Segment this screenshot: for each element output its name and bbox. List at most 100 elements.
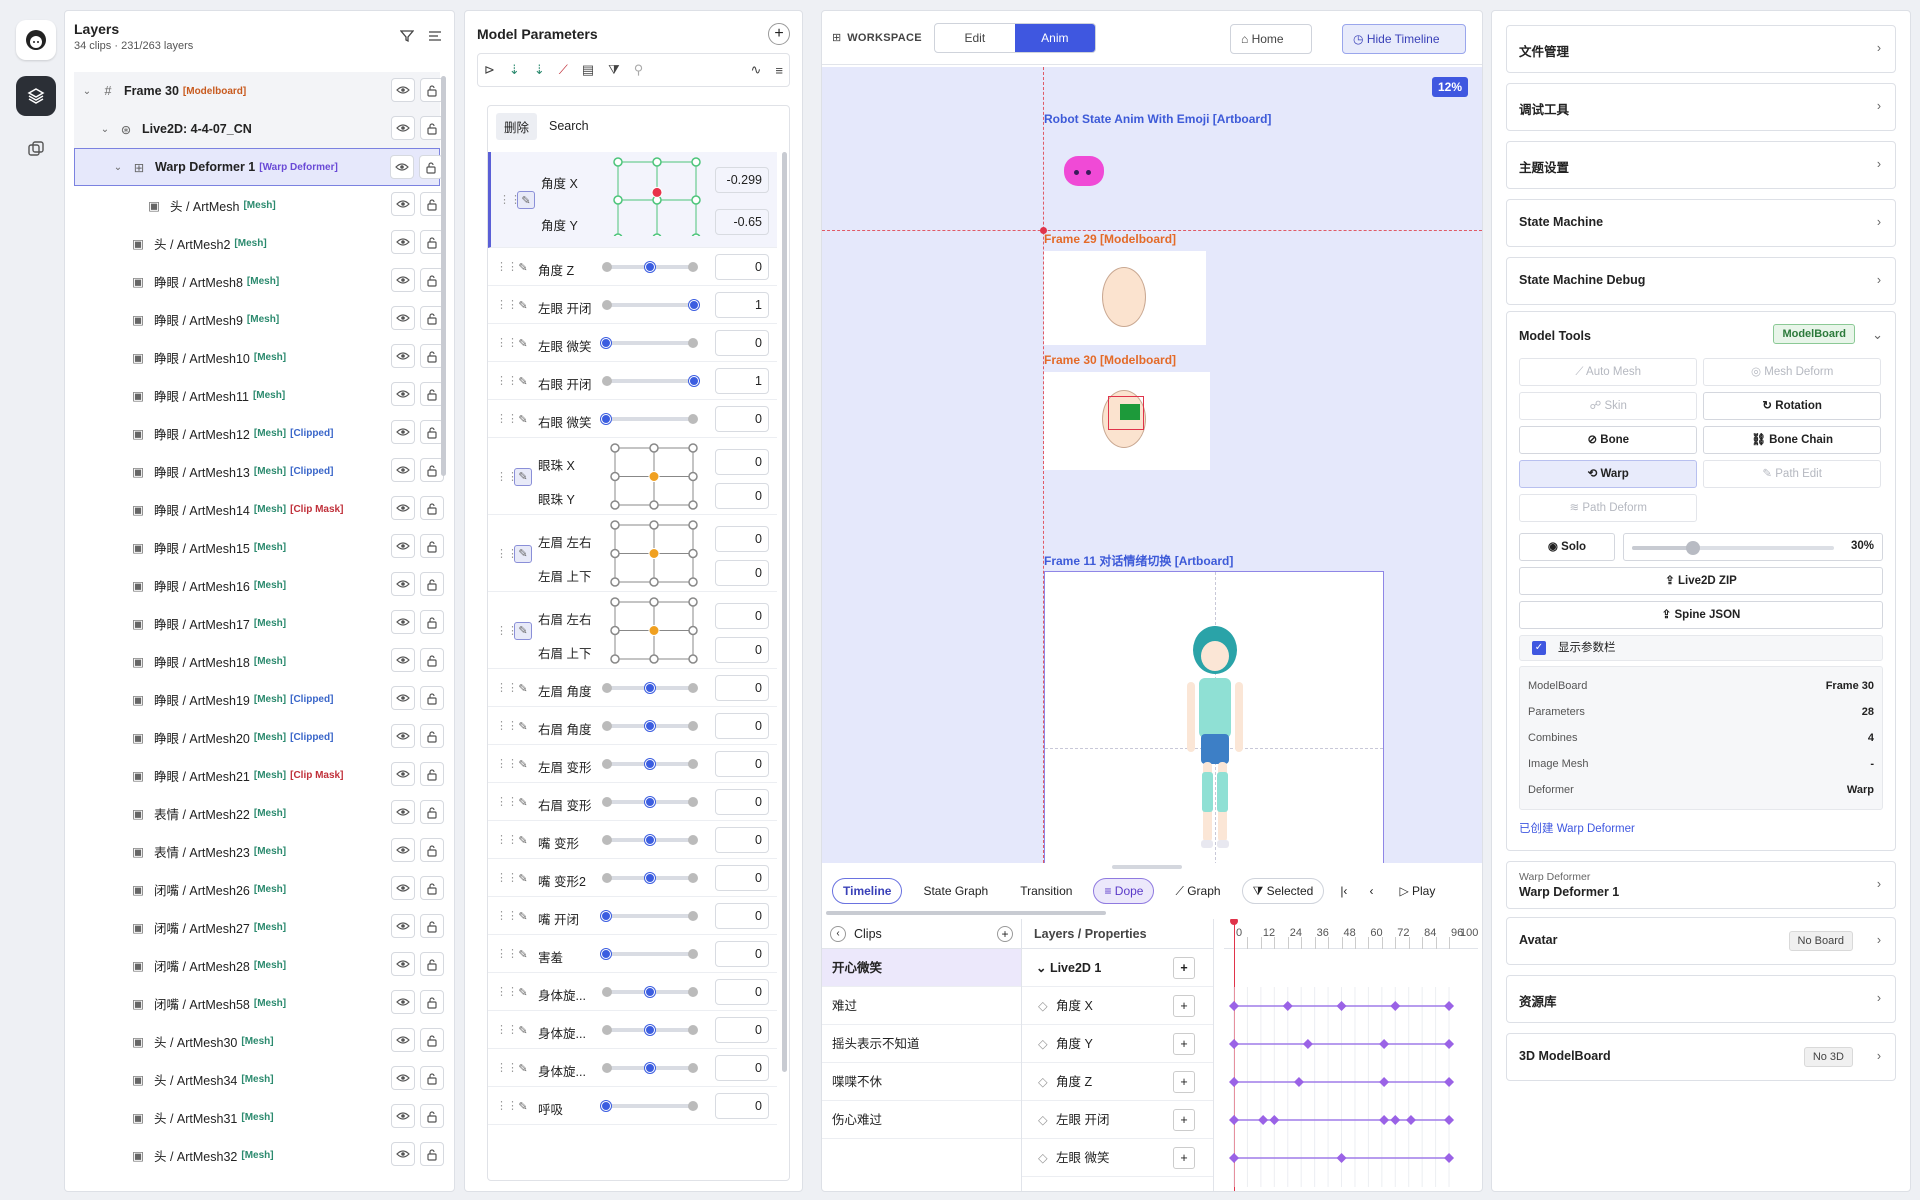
param-value-input[interactable]: 0 <box>715 254 769 280</box>
param-value-input[interactable]: 0 <box>715 751 769 777</box>
tab-state-graph[interactable]: State Graph <box>912 878 999 904</box>
param-row[interactable]: ⋮⋮ ✎ 左眼 开闭 1 <box>488 286 777 324</box>
timeline-group-row[interactable]: ⌄ Live2D 1 + <box>1022 949 1213 987</box>
visibility-eye-icon[interactable] <box>391 686 415 710</box>
lock-icon[interactable] <box>420 1028 444 1052</box>
visibility-eye-icon[interactable] <box>391 268 415 292</box>
param-row-2d[interactable]: ⋮⋮ ✎ 右眉 左右 右眉 上下 0 0 <box>488 592 777 669</box>
duplicate-icon[interactable] <box>16 129 56 169</box>
property-track-row[interactable]: ◇ 角度 Z + <box>1022 1063 1213 1101</box>
property-track-row[interactable]: ◇ 左眼 开闭 + <box>1022 1101 1213 1139</box>
tab-search[interactable]: Search <box>549 119 589 133</box>
layer-row[interactable]: ▣ 头 / ArtMesh32 [Mesh] <box>74 1136 444 1174</box>
slider-knob[interactable] <box>689 376 699 386</box>
param-value-input[interactable]: 0 <box>715 1017 769 1043</box>
warp-deformer-handle[interactable] <box>1120 404 1140 420</box>
timeline-hscroll[interactable] <box>826 911 1106 915</box>
layer-row[interactable]: ▣ 头 / ArtMesh31 [Mesh] <box>74 1098 444 1136</box>
layer-row[interactable]: ▣ 头 / ArtMesh2 [Mesh] <box>74 224 444 262</box>
visibility-eye-icon[interactable] <box>391 610 415 634</box>
layer-row[interactable]: ▣ 睁眼 / ArtMesh21 [Mesh] [Clip Mask] <box>74 756 444 794</box>
layer-row[interactable]: ▣ 睁眼 / ArtMesh14 [Mesh] [Clip Mask] <box>74 490 444 528</box>
key-remove-icon[interactable]: ⟋ <box>559 62 568 78</box>
add-keyframe-button[interactable]: + <box>1173 1147 1195 1169</box>
layer-row[interactable]: ▣ 头 / ArtMesh30 [Mesh] <box>74 1022 444 1060</box>
param-row[interactable]: ⋮⋮ ✎ 嘴 变形2 0 <box>488 859 777 897</box>
visibility-eye-icon[interactable] <box>391 724 415 748</box>
lock-icon[interactable] <box>420 800 444 824</box>
param-value-input[interactable]: 0 <box>715 903 769 929</box>
play-button[interactable]: ▷ Play <box>1399 884 1435 898</box>
keyframe-pen-icon[interactable]: ✎ <box>514 1021 532 1039</box>
param-row[interactable]: ⋮⋮ ✎ 左眼 微笑 0 <box>488 324 777 362</box>
show-params-checkbox[interactable]: ✓ <box>1532 641 1546 655</box>
slider-knob[interactable] <box>645 262 655 272</box>
param-slider[interactable] <box>601 414 698 424</box>
keyframe-pen-icon[interactable]: ✎ <box>514 544 532 563</box>
slider-knob[interactable] <box>645 683 655 693</box>
play-circle-icon[interactable]: ⊳ <box>484 62 495 78</box>
param-value-input[interactable]: 0 <box>715 1055 769 1081</box>
accordion-section[interactable]: 主题设置 › <box>1506 141 1896 189</box>
param-slider[interactable] <box>602 797 698 807</box>
keyframe-pen-icon[interactable]: ✎ <box>514 372 532 390</box>
param-slider[interactable] <box>602 1063 698 1073</box>
param-slider[interactable] <box>601 949 698 959</box>
keyframe-pen-icon[interactable]: ✎ <box>514 869 532 887</box>
param-value-input[interactable]: 0 <box>715 1093 769 1119</box>
param-slider[interactable] <box>602 376 699 386</box>
keyframe-diamond-icon[interactable]: ◇ <box>1038 1101 1048 1139</box>
param-value-input[interactable]: 1 <box>715 292 769 318</box>
keyframe-pen-icon[interactable]: ✎ <box>514 258 532 276</box>
selected-filter-button[interactable]: ⧩ Selected <box>1241 878 1325 904</box>
keyframe-diamond-icon[interactable]: ◇ <box>1038 1139 1048 1177</box>
property-track-row[interactable]: ◇ 角度 X + <box>1022 987 1213 1025</box>
param-slider[interactable] <box>602 262 698 272</box>
lock-icon[interactable] <box>420 1142 444 1166</box>
layer-row[interactable]: ▣ 睁眼 / ArtMesh16 [Mesh] <box>74 566 444 604</box>
param-value-y-input[interactable]: 0 <box>715 482 769 509</box>
clip-item[interactable]: 摇头表示不知道 <box>822 1025 1021 1063</box>
keyframe-pen-icon[interactable]: ✎ <box>514 621 532 640</box>
layer-row[interactable]: ▣ 表情 / ArtMesh23 [Mesh] <box>74 832 444 870</box>
visibility-eye-icon[interactable] <box>391 192 415 216</box>
lock-icon[interactable] <box>420 952 444 976</box>
tab-delete[interactable]: 删除 <box>496 112 538 140</box>
keyframe-diamond-icon[interactable]: ◇ <box>1038 1063 1048 1101</box>
param-slider[interactable] <box>602 759 698 769</box>
keyframe-pen-icon[interactable]: ✎ <box>514 831 532 849</box>
accordion-section[interactable]: 文件管理 › <box>1506 25 1896 73</box>
bone-tool-button[interactable]: ⊘ Bone <box>1519 426 1698 454</box>
visibility-eye-icon[interactable] <box>391 1028 415 1052</box>
add-keyframe-button[interactable]: + <box>1173 1071 1195 1093</box>
property-track-row[interactable]: ◇ 角度 Y + <box>1022 1025 1213 1063</box>
keyframe-diamond-icon[interactable]: ◇ <box>1038 1025 1048 1063</box>
param-row[interactable]: ⋮⋮ ✎ 右眼 微笑 0 <box>488 400 777 438</box>
visibility-eye-icon[interactable] <box>391 78 415 102</box>
param-row[interactable]: ⋮⋮ ✎ 右眉 角度 0 <box>488 707 777 745</box>
spine-json-button[interactable]: ⇪ Spine JSON <box>1519 601 1883 629</box>
graph-button[interactable]: ⟋ Graph <box>1164 878 1231 904</box>
opacity-slider[interactable]: 30% <box>1623 533 1883 561</box>
layer-row[interactable]: ▣ 睁眼 / ArtMesh19 [Mesh] [Clipped] <box>74 680 444 718</box>
layer-row[interactable]: ▣ 睁眼 / ArtMesh11 [Mesh] <box>74 376 444 414</box>
layer-row[interactable]: ▣ 睁眼 / ArtMesh8 [Mesh] <box>74 262 444 300</box>
live2d-zip-button[interactable]: ⇪ Live2D ZIP <box>1519 567 1883 595</box>
visibility-eye-icon[interactable] <box>391 876 415 900</box>
accordion-section[interactable]: State Machine › <box>1506 199 1896 247</box>
keyframe-pen-icon[interactable]: ✎ <box>514 1059 532 1077</box>
slider-knob[interactable] <box>601 1101 611 1111</box>
param-value-x-input[interactable]: 0 <box>715 525 769 552</box>
visibility-eye-icon[interactable] <box>391 838 415 862</box>
layer-row[interactable]: ⌄ # Frame 30 [Modelboard] <box>74 72 444 110</box>
lock-icon[interactable] <box>420 1104 444 1128</box>
lock-icon[interactable] <box>420 876 444 900</box>
slider-knob[interactable] <box>645 1063 655 1073</box>
visibility-eye-icon[interactable] <box>391 762 415 786</box>
keyframe-pen-icon[interactable]: ✎ <box>514 679 532 697</box>
param-value-input[interactable]: 0 <box>715 865 769 891</box>
avatar-section[interactable]: Avatar No Board › <box>1506 917 1896 965</box>
visibility-eye-icon[interactable] <box>391 800 415 824</box>
home-button[interactable]: ⌂ Home <box>1230 24 1312 54</box>
rotation-tool-button[interactable]: ↻ Rotation <box>1702 392 1882 420</box>
